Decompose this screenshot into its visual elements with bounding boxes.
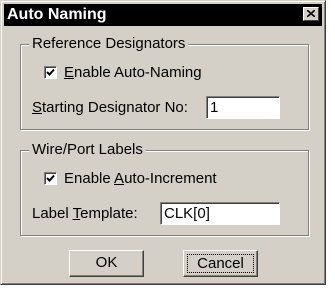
- cancel-button-label: Cancel: [187, 254, 254, 273]
- enable-auto-increment-label: Enable Auto-Increment: [64, 170, 217, 187]
- ok-button-label: OK: [95, 254, 118, 271]
- window-title: Auto Naming: [7, 6, 107, 23]
- wire-port-labels-legend: Wire/Port Labels: [29, 141, 146, 159]
- enable-auto-increment-row[interactable]: Enable Auto-Increment: [44, 170, 217, 187]
- enable-auto-increment-checkbox[interactable]: [44, 172, 57, 185]
- reference-designators-group: Reference Designators Enable Auto-Naming…: [20, 35, 309, 130]
- checkmark-icon: [46, 68, 55, 76]
- ok-button[interactable]: OK: [69, 250, 144, 277]
- checkmark-icon: [46, 174, 55, 182]
- cancel-button[interactable]: Cancel: [183, 250, 258, 277]
- enable-auto-naming-label: Enable Auto-Naming: [64, 64, 202, 81]
- label-template-label: Label Template:: [32, 205, 138, 222]
- reference-designators-legend: Reference Designators: [29, 35, 189, 53]
- starting-designator-label: Starting Designator No:: [32, 99, 188, 116]
- auto-naming-dialog: Auto Naming Reference Designators Enable…: [0, 0, 326, 285]
- wire-port-labels-group: Wire/Port Labels Enable Auto-Increment L…: [20, 141, 309, 236]
- enable-auto-naming-row[interactable]: Enable Auto-Naming: [44, 64, 202, 81]
- close-icon: [307, 10, 315, 17]
- starting-designator-input[interactable]: 1: [206, 96, 280, 119]
- enable-auto-naming-checkbox[interactable]: [44, 66, 57, 79]
- title-bar[interactable]: Auto Naming: [4, 4, 322, 26]
- close-button[interactable]: [303, 7, 319, 21]
- label-template-input[interactable]: CLK[0]: [160, 202, 280, 225]
